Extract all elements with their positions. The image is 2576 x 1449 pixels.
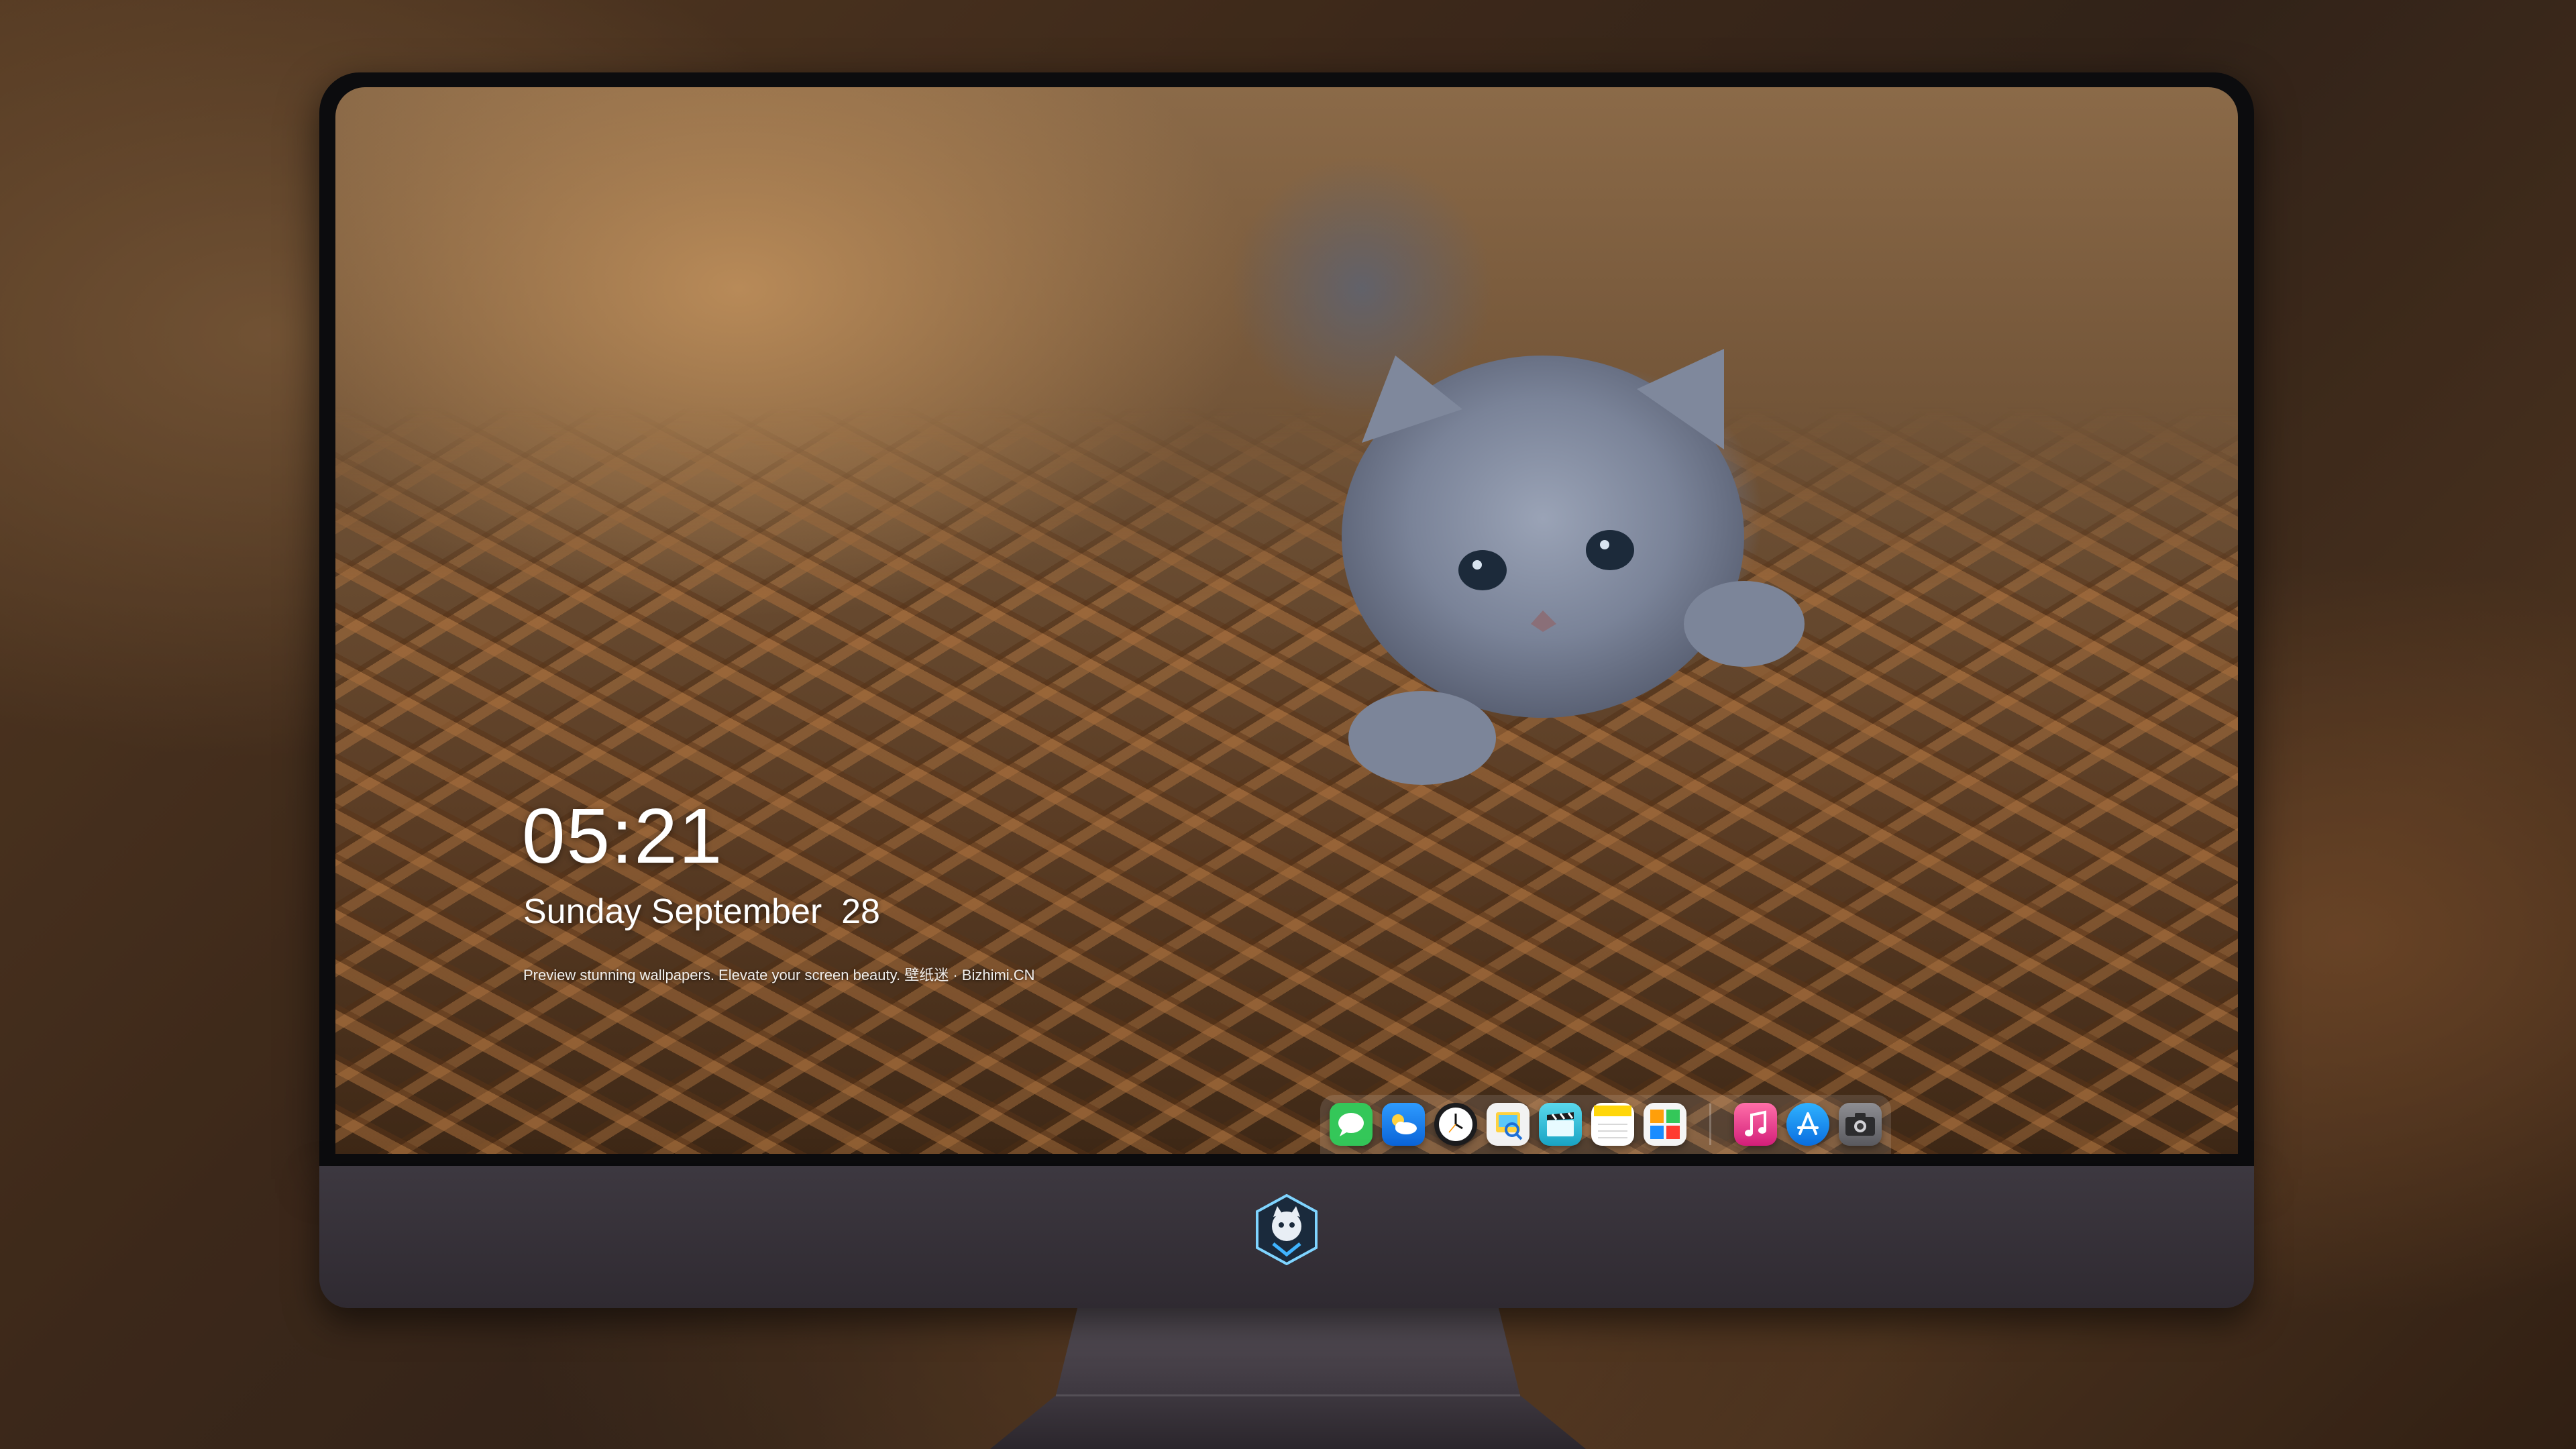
dock-app-video-editor[interactable] (1539, 1103, 1582, 1146)
monitor: 05:21 Sunday September 28 Preview stunni… (319, 72, 2254, 1308)
lockscreen-date: Sunday September 28 (523, 892, 880, 931)
dock-app-music[interactable] (1734, 1103, 1777, 1146)
video-editor-icon (1547, 1112, 1574, 1136)
clock-icon (1439, 1108, 1472, 1141)
wallpaper-tagline: Preview stunning wallpapers. Elevate you… (523, 967, 1035, 983)
desktop-screen: 05:21 Sunday September 28 Preview stunni… (335, 87, 2238, 1154)
weather-icon (1392, 1114, 1417, 1134)
dock (1320, 1095, 1891, 1154)
camera-icon (1845, 1113, 1875, 1136)
lockscreen-clock: 05:21 (522, 792, 724, 879)
notes-icon (1594, 1106, 1631, 1138)
blurred-wallpaper-background: 05:21 Sunday September 28 Preview stunni… (0, 0, 2576, 1449)
monitor-chin (319, 1166, 2254, 1308)
photo-booth-icon (1650, 1110, 1680, 1139)
preview-icon (1496, 1112, 1523, 1140)
monitor-stand (990, 1308, 1586, 1449)
dock-app-preview[interactable] (1487, 1103, 1529, 1146)
dock-separator (1709, 1104, 1711, 1145)
wallpaper-kitten (1342, 349, 1805, 785)
app-store-icon (1797, 1112, 1819, 1135)
dock-app-app-store[interactable] (1786, 1103, 1829, 1146)
brand-logo (1256, 1194, 1318, 1265)
dock-app-weather[interactable] (1382, 1103, 1425, 1146)
dock-app-camera[interactable] (1839, 1103, 1882, 1146)
monitor-bezel: 05:21 Sunday September 28 Preview stunni… (319, 72, 2254, 1166)
music-icon (1745, 1110, 1766, 1136)
dock-app-photo-booth[interactable] (1644, 1103, 1686, 1146)
dock-app-messages[interactable] (1330, 1103, 1373, 1146)
messages-icon (1338, 1113, 1364, 1136)
dock-app-clock[interactable] (1434, 1103, 1477, 1146)
dock-app-notes[interactable] (1591, 1103, 1634, 1146)
